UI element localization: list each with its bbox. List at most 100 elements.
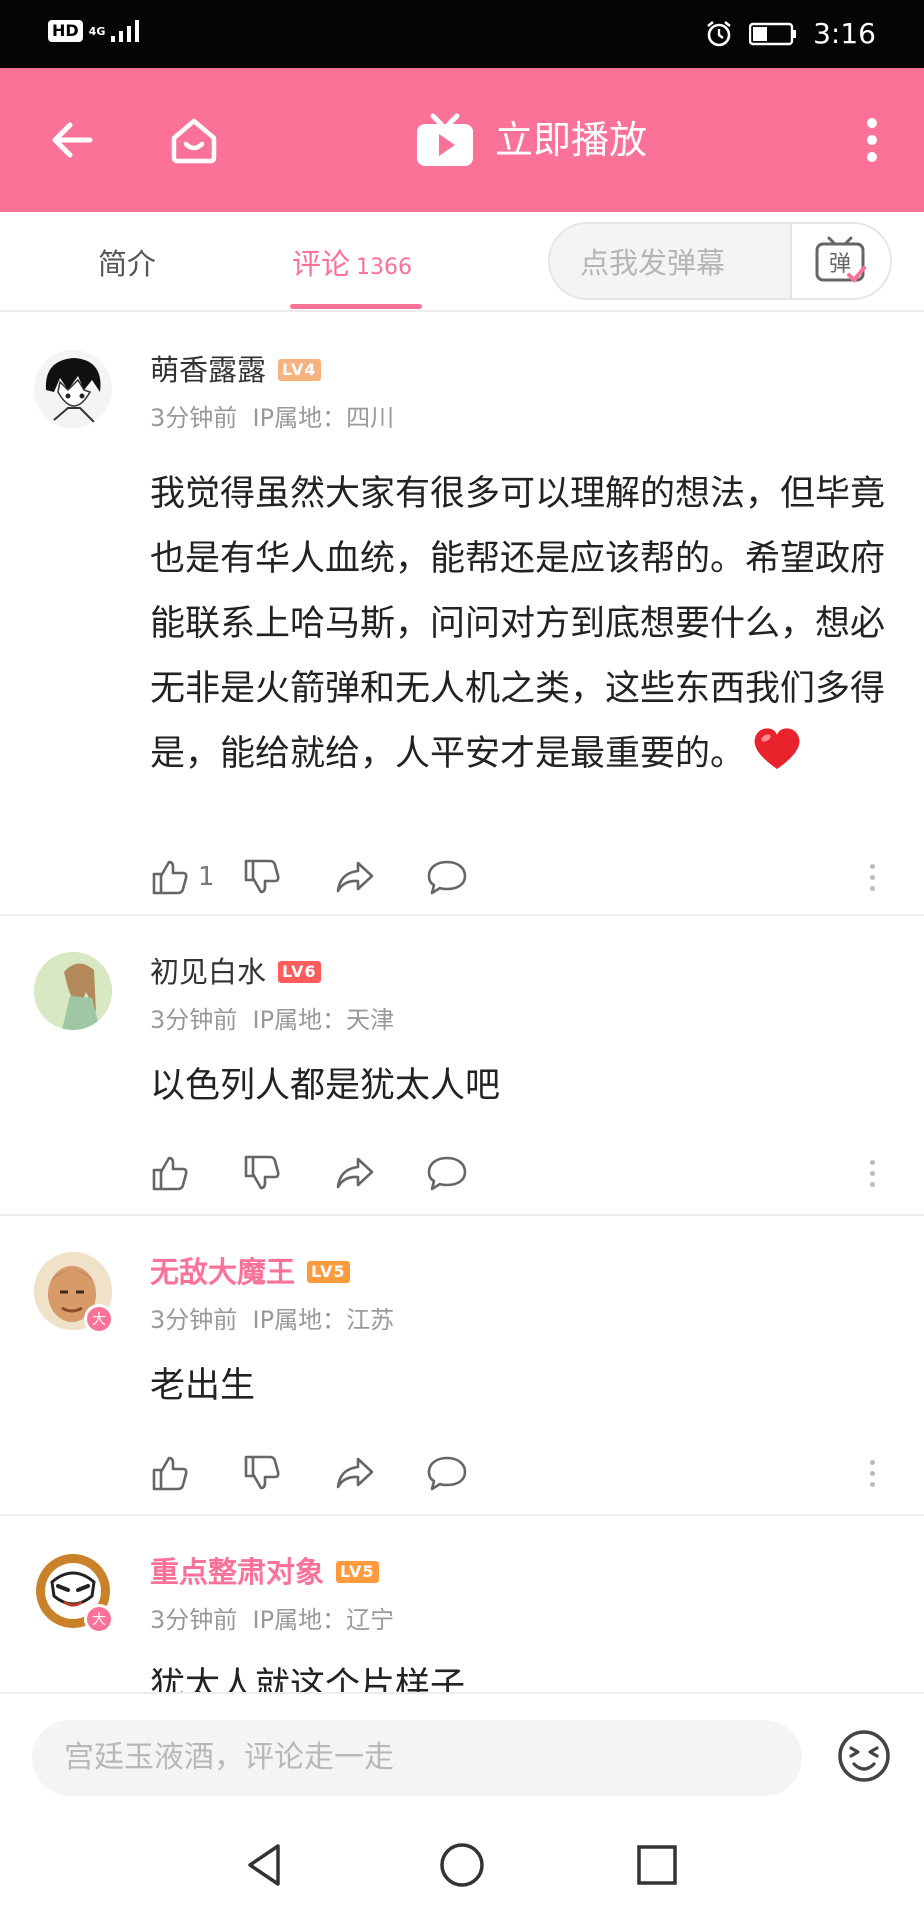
system-nav-bar xyxy=(0,1802,924,1920)
danmaku-icon: 弹 xyxy=(815,236,866,283)
emoji-face-icon xyxy=(838,1730,890,1782)
thumbs-up-icon xyxy=(152,1156,188,1191)
danmaku-input[interactable]: 点我发弹幕 xyxy=(580,243,725,283)
comment-input[interactable]: 宫廷玉液酒，评论走一走 xyxy=(32,1720,802,1796)
comment-ip: IP属地：江苏 xyxy=(252,1306,395,1334)
comment-more-button[interactable] xyxy=(860,1148,884,1198)
thumbs-down-icon xyxy=(244,1155,280,1190)
comment-time: 3分钟前 xyxy=(150,1006,238,1034)
square-recents-icon xyxy=(637,1845,677,1885)
share-icon xyxy=(336,1157,374,1189)
home-icon xyxy=(171,118,217,164)
comment-text: 犹太人就这个片样子 xyxy=(150,1666,466,1692)
danmaku-box[interactable]: 点我发弹幕 弹 xyxy=(548,222,892,300)
reply-button[interactable] xyxy=(426,1148,518,1198)
danmaku-toggle-button[interactable]: 弹 xyxy=(790,224,890,298)
status-bar: HD 4G 3:16 xyxy=(0,0,924,68)
more-menu-button[interactable] xyxy=(844,112,900,168)
comment-ip: IP属地：辽宁 xyxy=(252,1606,395,1634)
dislike-button[interactable] xyxy=(242,1448,334,1498)
comment-item: 大 无敌大魔王 LV5 3分钟前 IP属地：江苏 老出生 xyxy=(0,1216,924,1516)
like-button[interactable]: 1 xyxy=(150,852,242,902)
play-now-button[interactable]: 立即播放 xyxy=(415,112,647,168)
comment-time: 3分钟前 xyxy=(150,1606,238,1634)
comment-count: 1366 xyxy=(356,255,413,280)
level-badge: LV5 xyxy=(307,1261,350,1283)
comment-text: 老出生 xyxy=(150,1366,256,1406)
comment-input-bar: 宫廷玉液酒，评论走一走 xyxy=(0,1692,924,1802)
thumbs-down-icon xyxy=(244,859,280,894)
like-button[interactable] xyxy=(150,1448,242,1498)
like-button[interactable] xyxy=(150,1148,242,1198)
comment-list: 萌香露露 LV4 3分钟前 IP属地：四川 我觉得虽然大家有很多可以理解的想法，… xyxy=(0,314,924,1692)
reply-button[interactable] xyxy=(426,852,518,902)
comment-meta: 3分钟前 IP属地：辽宁 xyxy=(150,1604,394,1636)
dislike-button[interactable] xyxy=(242,852,334,902)
nav-back-button[interactable] xyxy=(240,1840,290,1890)
tv-play-icon xyxy=(417,113,473,166)
back-button[interactable] xyxy=(44,112,100,168)
circle-home-icon xyxy=(440,1843,484,1887)
home-button[interactable] xyxy=(166,112,222,168)
dislike-button[interactable] xyxy=(242,1148,334,1198)
share-button[interactable] xyxy=(334,1148,426,1198)
nav-home-button[interactable] xyxy=(437,1840,487,1890)
comment-meta: 3分钟前 IP属地：四川 xyxy=(150,402,394,434)
more-vertical-icon xyxy=(867,118,877,162)
comment-bubble-icon xyxy=(427,1456,467,1491)
share-button[interactable] xyxy=(334,852,426,902)
avatar[interactable] xyxy=(34,350,112,428)
comment-actions xyxy=(150,1148,518,1198)
username[interactable]: 萌香露露 xyxy=(150,350,266,390)
like-count: 1 xyxy=(198,862,215,892)
comment-meta: 3分钟前 IP属地：天津 xyxy=(150,1004,394,1036)
comment-actions xyxy=(150,1448,518,1498)
username[interactable]: 无敌大魔王 xyxy=(150,1252,295,1292)
share-button[interactable] xyxy=(334,1448,426,1498)
comment-ip: IP属地：四川 xyxy=(252,404,395,432)
comment-time: 3分钟前 xyxy=(150,1306,238,1334)
comment-meta: 3分钟前 IP属地：江苏 xyxy=(150,1304,394,1336)
thumbs-up-icon xyxy=(152,1456,188,1491)
comment-more-button[interactable] xyxy=(860,1448,884,1498)
level-badge: LV6 xyxy=(278,961,321,983)
heart-emoji-icon xyxy=(754,728,800,769)
level-badge: LV5 xyxy=(336,1561,379,1583)
comment-text: 我觉得虽然大家有很多可以理解的想法，但毕竟也是有华人血统，能帮还是应该帮的。希望… xyxy=(150,462,890,787)
avatar[interactable] xyxy=(34,952,112,1030)
comment-bubble-icon xyxy=(427,860,467,895)
comment-bubble-icon xyxy=(427,1156,467,1191)
reply-button[interactable] xyxy=(426,1448,518,1498)
username[interactable]: 初见白水 xyxy=(150,952,266,992)
anime-boy-avatar-icon xyxy=(34,350,112,428)
level-badge: LV4 xyxy=(278,359,321,381)
comment-input-placeholder: 宫廷玉液酒，评论走一走 xyxy=(64,1740,394,1775)
comment-text: 以色列人都是犹太人吧 xyxy=(150,1066,501,1106)
thumbs-up-icon xyxy=(152,860,188,895)
girl-illustration-avatar-icon xyxy=(34,952,112,1030)
network-indicator: HD 4G xyxy=(48,20,141,42)
share-icon xyxy=(336,861,374,893)
tab-intro[interactable]: 简介 xyxy=(98,244,156,284)
network-type: 4G xyxy=(88,24,106,38)
comment-item: 初见白水 LV6 3分钟前 IP属地：天津 以色列人都是犹太人吧 xyxy=(0,916,924,1216)
back-arrow-icon xyxy=(52,122,93,158)
comment-ip: IP属地：天津 xyxy=(252,1006,395,1034)
clock: 3:16 xyxy=(813,17,876,50)
vip-badge: 大 xyxy=(84,1304,114,1334)
vip-badge: 大 xyxy=(84,1604,114,1634)
comment-more-button[interactable] xyxy=(860,852,884,902)
tab-comments-label: 评论 xyxy=(292,247,351,281)
play-now-label: 立即播放 xyxy=(495,118,648,162)
comment-item: 大 重点整肃对象 LV5 3分钟前 IP属地：辽宁 犹太人就这个片样子 xyxy=(0,1516,924,1692)
active-tab-indicator xyxy=(290,304,422,309)
username[interactable]: 重点整肃对象 xyxy=(150,1552,324,1592)
comment-actions: 1 xyxy=(150,852,518,902)
alarm-icon xyxy=(707,20,731,47)
triangle-back-icon xyxy=(248,1844,280,1886)
tab-comments[interactable]: 评论 1366 xyxy=(292,244,412,288)
nav-recents-button[interactable] xyxy=(632,1840,682,1890)
battery-icon xyxy=(749,22,797,46)
comment-time: 3分钟前 xyxy=(150,404,238,432)
emoji-button[interactable] xyxy=(836,1728,892,1784)
